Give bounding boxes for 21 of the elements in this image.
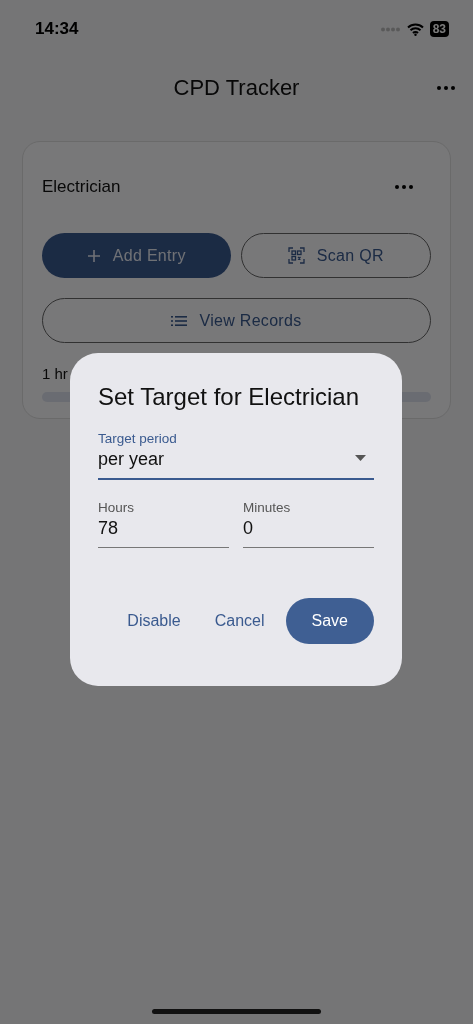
- progress-text: 1 hr: [42, 365, 69, 383]
- dropdown-arrow-icon: [355, 455, 366, 461]
- more-icon[interactable]: [437, 86, 455, 90]
- input-field[interactable]: Hours 78: [98, 500, 229, 548]
- dialog-button[interactable]: Cancel: [201, 598, 278, 644]
- signal-icon: [380, 26, 401, 32]
- more-icon[interactable]: [395, 184, 413, 189]
- battery-indicator: 83: [429, 21, 449, 37]
- qr-code-icon: [287, 247, 305, 265]
- plus-icon: [86, 248, 101, 263]
- status-time: 14:34: [35, 19, 79, 39]
- period-dropdown[interactable]: Target period per year: [98, 431, 374, 480]
- dialog-title: Set Target for Electrician: [98, 383, 360, 411]
- wifi-icon: [406, 22, 424, 36]
- list-icon: [171, 314, 188, 327]
- dialog-button[interactable]: Save: [285, 598, 374, 644]
- input-field[interactable]: Minutes 0: [243, 500, 374, 548]
- action-button[interactable]: Add Entry: [42, 233, 231, 279]
- card-title: Electrician: [42, 176, 121, 197]
- dialog-button[interactable]: Disable: [114, 598, 194, 644]
- app-title: CPD Tracker: [173, 75, 300, 101]
